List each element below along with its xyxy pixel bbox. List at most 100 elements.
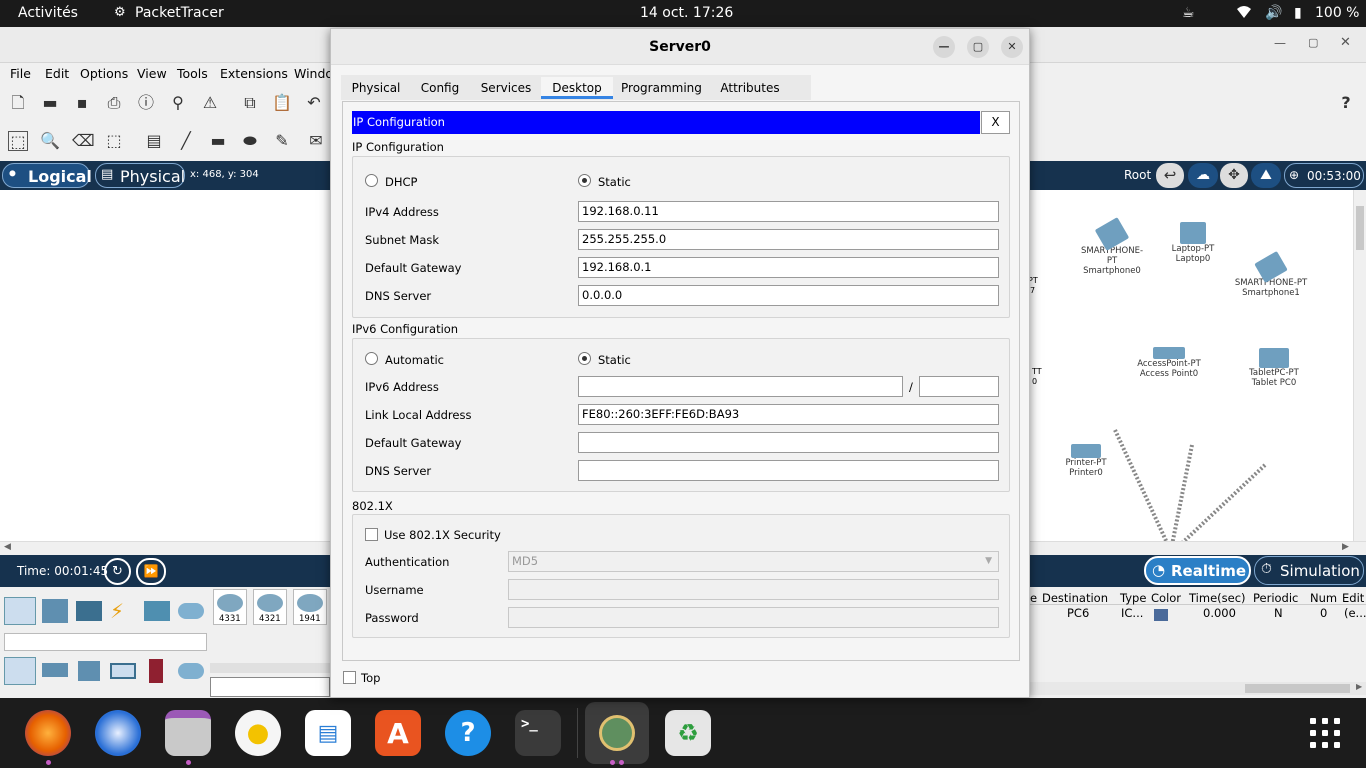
pdu-edit[interactable]: (e...	[1344, 606, 1366, 620]
tab-desktop[interactable]: Desktop	[541, 77, 613, 99]
copy-icon[interactable]: ⧉	[240, 93, 260, 113]
new-file-icon[interactable]: 🗋	[8, 93, 28, 113]
tab-services[interactable]: Services	[477, 77, 535, 99]
close-icon[interactable]: ✕	[1001, 36, 1023, 58]
device-smartphone1[interactable]: SMARTPHONE-PT Smartphone1	[1234, 250, 1308, 298]
minimize-icon[interactable]: —	[933, 36, 955, 58]
subcategory-routers[interactable]	[4, 657, 36, 685]
device-printer0[interactable]: Printer-PT Printer0	[1058, 444, 1114, 478]
volume-icon[interactable]: 🔊	[1265, 5, 1282, 21]
tab-programming[interactable]: Programming	[621, 77, 702, 99]
undo-icon[interactable]: ↶	[304, 93, 324, 113]
help-icon[interactable]: ?	[1336, 93, 1356, 113]
menu-window[interactable]: Windo	[294, 66, 333, 81]
ipv6-static-radio[interactable]	[578, 352, 591, 365]
terminal-icon[interactable]: >_	[515, 710, 561, 756]
power-cycle-icon[interactable]: ↻	[104, 558, 131, 585]
freeform-icon[interactable]: ✎	[272, 131, 292, 151]
ipv6-gateway-field[interactable]	[578, 432, 999, 453]
category-misc[interactable]	[144, 601, 170, 621]
subnet-mask-field[interactable]: 255.255.255.0	[578, 229, 999, 250]
note-icon[interactable]: ▤	[144, 131, 164, 151]
menu-options[interactable]: Options	[80, 66, 128, 81]
ipv6-address-field[interactable]	[578, 376, 903, 397]
move-icon[interactable]: ✥	[1220, 163, 1248, 188]
trash-icon[interactable]: ♻	[665, 710, 711, 756]
battery-icon[interactable]: ▮	[1294, 5, 1302, 21]
password-field[interactable]	[508, 607, 999, 628]
writer-icon[interactable]: ▤	[305, 710, 351, 756]
tab-attributes[interactable]: Attributes	[719, 77, 781, 99]
model-list-scrollbar[interactable]	[210, 663, 330, 673]
top-checkbox[interactable]	[343, 671, 356, 684]
authentication-select[interactable]: MD5 ▼	[508, 551, 999, 572]
subcategory-security[interactable]	[149, 659, 163, 683]
simulation-button[interactable]: ⏱ Simulation	[1254, 556, 1364, 585]
pdu-table-scrollbar[interactable]: ▶	[1030, 682, 1366, 695]
router-4331[interactable]: 4331	[213, 589, 247, 625]
subcategory-switches[interactable]	[42, 663, 68, 677]
vertical-scrollbar[interactable]	[1353, 190, 1366, 541]
realtime-button[interactable]: ◔ Realtime	[1144, 556, 1251, 585]
device-search-input[interactable]	[4, 633, 207, 651]
dialog-titlebar[interactable]: Server0 — ▢ ✕	[331, 29, 1029, 65]
device-tablet-pc0[interactable]: TabletPC-PT Tablet PC0	[1244, 348, 1304, 388]
resize-icon[interactable]: ⬚	[104, 131, 124, 151]
background-icon[interactable]: ⛰	[1251, 163, 1281, 188]
files-icon[interactable]	[165, 710, 211, 756]
router-4321[interactable]: 4321	[253, 589, 287, 625]
close-icon[interactable]: ✕	[1340, 35, 1351, 50]
app-center-icon[interactable]: A	[375, 710, 421, 756]
menu-file[interactable]: File	[10, 66, 31, 81]
pdu-table-row[interactable]: PC6 IC... 0.000 N 0 (e...	[1030, 605, 1366, 623]
save-icon[interactable]: ▪	[72, 93, 92, 113]
show-apps-icon[interactable]	[1308, 716, 1342, 750]
scroll-left-icon[interactable]: ◀	[4, 542, 11, 552]
paste-icon[interactable]: 📋	[272, 93, 292, 113]
ipv6-automatic-radio[interactable]	[365, 352, 378, 365]
clock[interactable]: 14 oct. 17:26	[640, 5, 733, 21]
ipv4-gateway-field[interactable]: 192.168.0.1	[578, 257, 999, 278]
physical-view-button[interactable]: ▤ Physical	[95, 163, 185, 188]
device-laptop0[interactable]: Laptop-PT Laptop0	[1160, 222, 1226, 264]
wifi-icon[interactable]	[1236, 5, 1252, 23]
category-components[interactable]	[76, 601, 102, 621]
app-menu[interactable]: PacketTracer	[135, 5, 224, 21]
open-folder-icon[interactable]: ▬	[40, 93, 60, 113]
tab-physical[interactable]: Physical	[348, 77, 404, 99]
firefox-icon[interactable]	[25, 710, 71, 756]
print-icon[interactable]: ⎙	[104, 93, 124, 113]
scroll-thumb[interactable]	[1245, 684, 1350, 693]
subcategory-wireless[interactable]	[110, 663, 136, 679]
viewport-timer[interactable]: ⊕ 00:53:00	[1284, 163, 1364, 188]
scroll-right-icon[interactable]: ▶	[1356, 682, 1362, 691]
delete-icon[interactable]: ⌫	[72, 131, 95, 151]
use-8021x-checkbox[interactable]	[365, 528, 378, 541]
maximize-icon[interactable]: ▢	[1308, 36, 1318, 49]
ipv4-dns-field[interactable]: 0.0.0.0	[578, 285, 999, 306]
dhcp-radio[interactable]	[365, 174, 378, 187]
subcategory-hubs[interactable]	[78, 661, 100, 681]
root-label[interactable]: Root	[1124, 168, 1151, 182]
link-local-field[interactable]: FE80::260:3EFF:FE6D:BA93	[578, 404, 999, 425]
draw-line-icon[interactable]: ╱	[176, 131, 196, 151]
ipv4-static-radio[interactable]	[578, 174, 591, 187]
connections-icon[interactable]: ⚡	[110, 599, 124, 623]
tab-config[interactable]: Config	[417, 77, 463, 99]
device-smartphone0[interactable]: SMARTPHONE-PT Smartphone0	[1076, 217, 1148, 276]
username-field[interactable]	[508, 579, 999, 600]
activity-wizard-icon[interactable]: ⚠	[200, 93, 220, 113]
coffee-icon[interactable]: ☕	[1182, 5, 1195, 21]
menu-tools[interactable]: Tools	[177, 66, 208, 81]
menu-edit[interactable]: Edit	[45, 66, 69, 81]
back-icon[interactable]: ↩	[1156, 163, 1184, 188]
app-close-button[interactable]: X	[981, 111, 1010, 134]
minimize-icon[interactable]: —	[1274, 36, 1286, 50]
cluster-icon[interactable]: ☁	[1188, 163, 1218, 188]
fast-forward-icon[interactable]: ⏩	[136, 558, 166, 585]
thunderbird-icon[interactable]	[95, 710, 141, 756]
scroll-right-icon[interactable]: ▶	[1342, 542, 1349, 552]
scroll-thumb[interactable]	[1356, 206, 1364, 250]
pdu-icon[interactable]: ✉	[306, 131, 326, 151]
category-end-devices[interactable]	[42, 599, 68, 623]
